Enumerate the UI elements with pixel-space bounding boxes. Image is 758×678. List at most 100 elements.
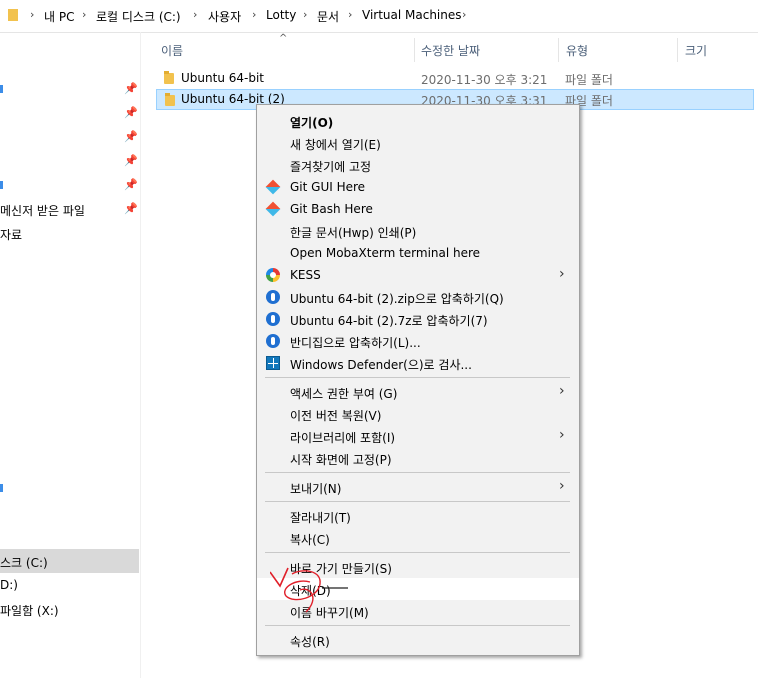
menu-separator (265, 377, 570, 378)
menu-label: 반디집으로 압축하기(L)... (290, 336, 421, 350)
column-header-type[interactable]: 유형 (566, 42, 588, 59)
menu-item-bandizip[interactable]: 반디집으로 압축하기(L)... (257, 330, 579, 352)
nav-item-data[interactable]: 자료 (0, 226, 22, 243)
chevron-right-icon: › (559, 266, 565, 282)
menu-label: Windows Defender(으)로 검사... (290, 358, 472, 372)
breadcrumb-item[interactable]: 내 PC (44, 8, 74, 25)
menu-label: 한글 문서(Hwp) 인쇄(P) (290, 226, 417, 240)
menu-item-hwp-print[interactable]: 한글 문서(Hwp) 인쇄(P) (257, 220, 579, 242)
red-annotation-mark (270, 567, 348, 613)
folder-icon (165, 93, 175, 106)
file-row[interactable]: Ubuntu 64-bit 2020-11-30 오후 3:21 파일 폴더 (156, 68, 754, 89)
column-header-size[interactable]: 크기 (685, 42, 707, 59)
chevron-right-icon[interactable]: › (193, 8, 197, 21)
menu-item-7z[interactable]: Ubuntu 64-bit (2).7z로 압축하기(7) (257, 308, 579, 330)
menu-label: Git Bash Here (290, 202, 373, 216)
menu-label: KESS (290, 268, 321, 282)
menu-item-open[interactable]: 열기(O) (257, 110, 579, 132)
menu-label: 보내기(N) (290, 482, 342, 496)
bandizip-icon (266, 290, 280, 304)
chevron-right-icon[interactable]: › (82, 8, 86, 21)
pin-icon[interactable]: 📌 (124, 178, 138, 191)
menu-label: 시작 화면에 고정(P) (290, 453, 392, 467)
pin-icon[interactable]: 📌 (124, 82, 138, 95)
menu-separator (265, 472, 570, 473)
folder-icon (164, 71, 174, 84)
menu-label: 라이브러리에 포함(I) (290, 431, 396, 445)
menu-item-restore-versions[interactable]: 이전 버전 복원(V) (257, 403, 579, 425)
windows-defender-icon (266, 356, 280, 370)
bandizip-icon (266, 312, 280, 326)
menu-label: 액세스 권한 부여 (G) (290, 387, 398, 401)
menu-item-kess[interactable]: KESS › (257, 264, 579, 286)
menu-label: Open MobaXterm terminal here (290, 246, 481, 260)
chevron-right-icon[interactable]: › (30, 8, 34, 21)
pin-icon[interactable]: 📌 (124, 130, 138, 143)
nav-marker (0, 484, 3, 492)
menu-label: Git GUI Here (290, 180, 366, 194)
column-divider[interactable] (558, 38, 559, 62)
file-modified: 2020-11-30 오후 3:21 (421, 73, 548, 87)
pin-icon[interactable]: 📌 (124, 106, 138, 119)
breadcrumb-item[interactable]: 사용자 (208, 8, 241, 25)
git-icon (265, 201, 281, 217)
bandizip-icon (266, 334, 280, 348)
git-icon (265, 179, 281, 195)
folder-icon (8, 9, 18, 21)
kess-icon (266, 268, 280, 282)
breadcrumb-item[interactable]: 문서 (317, 8, 339, 25)
nav-item-d-drive[interactable]: D:) (0, 578, 18, 592)
file-type: 파일 폴더 (565, 73, 613, 87)
menu-item-pin-quick-access[interactable]: 즐겨찾기에 고정 (257, 154, 579, 176)
chevron-right-icon[interactable]: › (303, 8, 307, 21)
quick-access-marker (0, 181, 3, 189)
chevron-right-icon: › (559, 478, 565, 494)
chevron-right-icon[interactable]: › (462, 8, 466, 21)
menu-item-give-access[interactable]: 액세스 권한 부여 (G) › (257, 381, 579, 403)
menu-item-mobaxterm[interactable]: Open MobaXterm terminal here (257, 242, 579, 264)
pin-icon[interactable]: 📌 (124, 154, 138, 167)
nav-item-x-drive[interactable]: 파일함 (X:) (0, 602, 59, 619)
chevron-right-icon[interactable]: › (252, 8, 256, 21)
menu-item-copy[interactable]: 복사(C) (257, 527, 579, 549)
breadcrumb-item[interactable]: Lotty (266, 8, 296, 22)
pin-icon[interactable]: 📌 (124, 202, 138, 215)
breadcrumb-item[interactable]: 로컬 디스크 (C:) (96, 8, 181, 25)
menu-item-open-new-window[interactable]: 새 창에서 열기(E) (257, 132, 579, 154)
menu-item-send-to[interactable]: 보내기(N) › (257, 476, 579, 498)
quick-access-marker (0, 85, 3, 93)
chevron-right-icon: › (559, 383, 565, 399)
menu-label: 속성(R) (290, 635, 330, 649)
menu-separator (265, 552, 570, 553)
column-header-name[interactable]: 이름 (161, 42, 183, 59)
menu-item-pin-start[interactable]: 시작 화면에 고정(P) (257, 447, 579, 469)
menu-item-zip[interactable]: Ubuntu 64-bit (2).zip으로 압축하기(Q) (257, 286, 579, 308)
menu-label: Ubuntu 64-bit (2).7z로 압축하기(7) (290, 314, 488, 328)
menu-separator (265, 625, 570, 626)
column-divider[interactable] (414, 38, 415, 62)
menu-label: 즐겨찾기에 고정 (290, 160, 372, 174)
chevron-right-icon: › (559, 427, 565, 443)
breadcrumb-item[interactable]: Virtual Machines (362, 8, 462, 22)
menu-item-defender[interactable]: Windows Defender(으)로 검사... (257, 352, 579, 374)
column-header-modified[interactable]: 수정한 날짜 (421, 42, 480, 59)
menu-label: 잘라내기(T) (290, 511, 351, 525)
address-bar[interactable]: › 내 PC › 로컬 디스크 (C:) › 사용자 › Lotty › 문서 … (0, 0, 758, 33)
navigation-pane[interactable]: 📌 📌 📌 📌 📌 메신저 받은 파일 📌 자료 스크 (C:) D:) 파일함… (0, 32, 141, 678)
column-divider[interactable] (677, 38, 678, 62)
nav-item-c-drive[interactable]: 스크 (C:) (0, 554, 48, 571)
menu-item-git-bash[interactable]: Git Bash Here (257, 198, 579, 220)
sort-up-icon: ^ (279, 33, 288, 44)
menu-label: 복사(C) (290, 533, 330, 547)
menu-item-git-gui[interactable]: Git GUI Here (257, 176, 579, 198)
menu-item-properties[interactable]: 속성(R) (257, 629, 579, 651)
menu-label: 이전 버전 복원(V) (290, 409, 382, 423)
nav-item-messenger-files[interactable]: 메신저 받은 파일 (0, 202, 85, 219)
menu-label: 열기(O) (290, 116, 334, 130)
menu-item-include-library[interactable]: 라이브러리에 포함(I) › (257, 425, 579, 447)
menu-separator (265, 501, 570, 502)
menu-label: Ubuntu 64-bit (2).zip으로 압축하기(Q) (290, 292, 504, 306)
menu-label: 새 창에서 열기(E) (290, 138, 381, 152)
chevron-right-icon[interactable]: › (348, 8, 352, 21)
menu-item-cut[interactable]: 잘라내기(T) (257, 505, 579, 527)
